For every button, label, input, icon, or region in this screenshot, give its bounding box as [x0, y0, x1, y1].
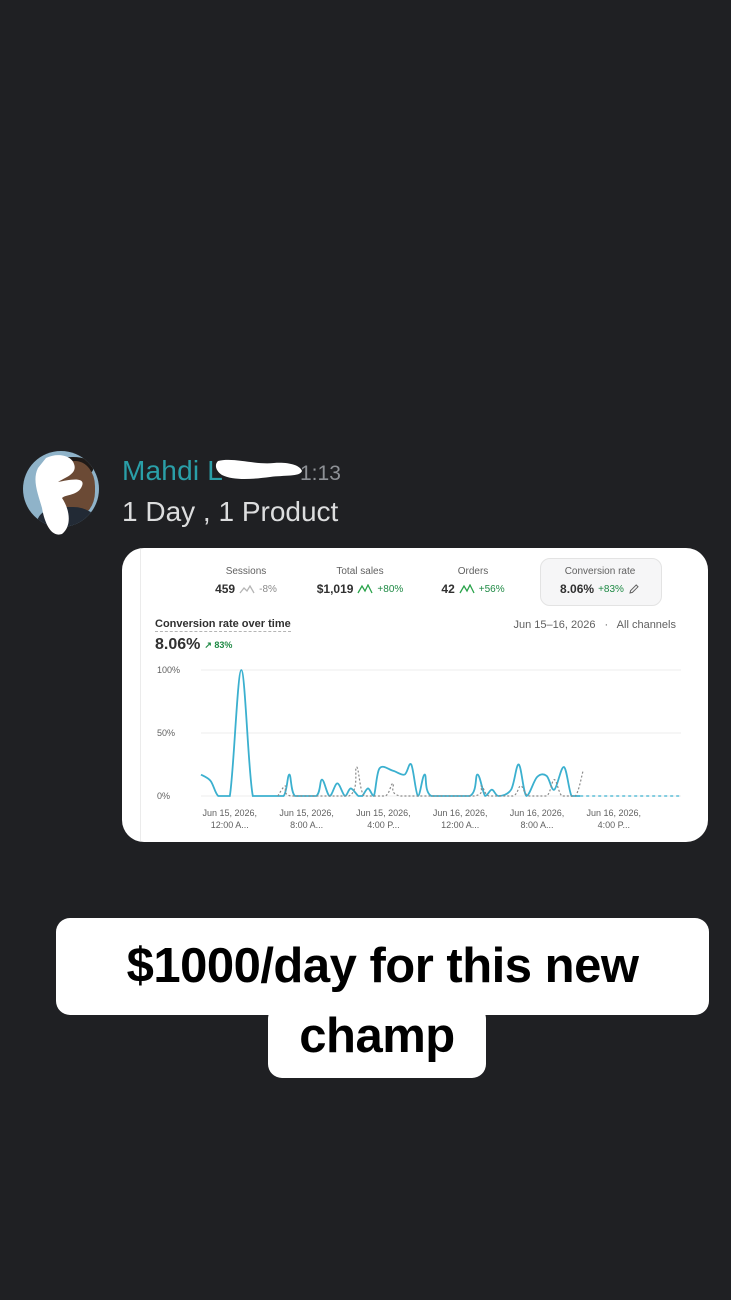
line-chart: 100% 50% 0% Jun 15, 2026, 12:00 A... Jun 15, …: [157, 665, 681, 830]
x-tick-label: Jun 15, 2026,: [279, 808, 334, 818]
metric-value: 8.06%: [560, 582, 595, 596]
metric-total-sales[interactable]: Total sales $1,019 +80%: [305, 566, 415, 596]
metric-label: Total sales: [336, 566, 384, 577]
chart-value-delta: ↗ 83%: [204, 639, 233, 650]
metric-label: Sessions: [225, 566, 267, 577]
metric-label: Conversion rate: [564, 566, 636, 577]
x-tick-label: Jun 16, 2026,: [510, 808, 565, 818]
chart-range[interactable]: Jun 15–16, 2026 · All channels: [514, 619, 676, 631]
y-tick-label: 0%: [157, 791, 170, 801]
separator: ·: [604, 619, 609, 631]
x-tick-label: Jun 16, 2026,: [433, 808, 488, 818]
x-tick-label: Jun 15, 2026,: [203, 808, 258, 818]
caption-line1: $1000/day for this new: [126, 939, 639, 993]
y-tick-label: 100%: [157, 665, 180, 675]
metric-label: Orders: [457, 566, 489, 577]
caption-line2: champ: [299, 1009, 455, 1063]
avatar[interactable]: [23, 451, 99, 527]
metric-delta: +56%: [478, 583, 505, 595]
metric-value: 459: [215, 582, 236, 596]
sparkline-icon: [459, 584, 475, 594]
metric-delta: +83%: [598, 583, 624, 595]
x-tick-label: 8:00 A...: [520, 820, 553, 830]
metric-value: $1,019: [316, 582, 354, 596]
username[interactable]: Mahdi L: [122, 455, 223, 487]
analytics-screenshot[interactable]: Sessions 459 -8% Total sales $1,019 +80%…: [122, 548, 708, 842]
avatar-shirt: [37, 507, 97, 527]
channels-filter[interactable]: All channels: [617, 619, 676, 631]
metric-sessions[interactable]: Sessions 459 -8%: [201, 566, 291, 596]
timestamp: 1:13: [300, 462, 341, 485]
x-tick-label: 12:00 A...: [441, 820, 479, 830]
pencil-icon[interactable]: [628, 583, 640, 595]
redaction-scribble-name: [215, 459, 302, 479]
sparkline-icon: [239, 584, 255, 594]
x-tick-label: 4:00 P...: [598, 820, 630, 830]
x-tick-label: Jun 15, 2026,: [356, 808, 411, 818]
chart-title[interactable]: Conversion rate over time: [155, 618, 291, 632]
x-tick-label: 4:00 P...: [367, 820, 399, 830]
metric-conversion-rate[interactable]: Conversion rate 8.06% +83%: [540, 566, 660, 596]
chart-value-number: 8.06%: [155, 636, 201, 653]
date-range[interactable]: Jun 15–16, 2026: [514, 619, 596, 631]
sparkline-icon: [357, 584, 374, 594]
metric-value: 42: [441, 582, 455, 596]
analytics-panel: Sessions 459 -8% Total sales $1,019 +80%…: [140, 548, 708, 842]
x-tick-label: 12:00 A...: [211, 820, 249, 830]
chart-value: 8.06% ↗ 83%: [155, 636, 232, 654]
y-tick-label: 50%: [157, 728, 175, 738]
metric-orders[interactable]: Orders 42 +56%: [423, 566, 523, 596]
metric-delta: +80%: [377, 583, 404, 595]
chart-value-delta-text: 83%: [214, 639, 233, 650]
x-tick-label: 8:00 A...: [290, 820, 323, 830]
x-tick-label: Jun 16, 2026,: [587, 808, 642, 818]
message-text: 1 Day , 1 Product: [122, 496, 339, 527]
metric-delta: -8%: [259, 583, 277, 595]
